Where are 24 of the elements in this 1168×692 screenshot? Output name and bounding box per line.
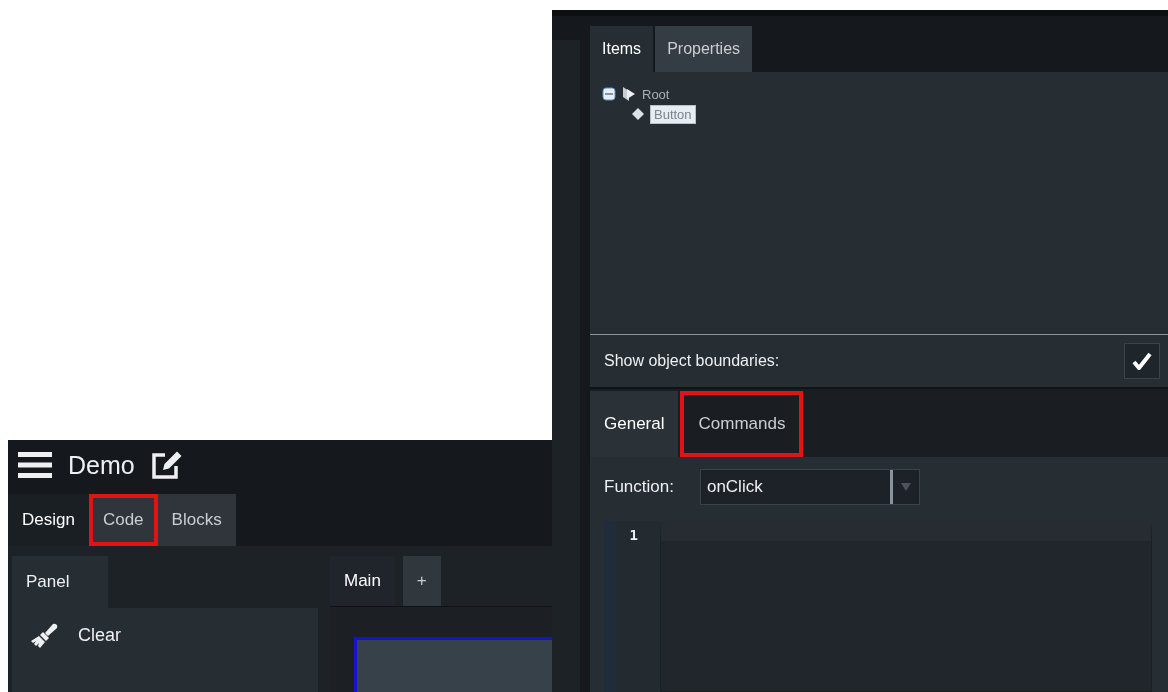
checkbox[interactable]: [1124, 343, 1160, 379]
collapse-icon[interactable]: [602, 87, 616, 101]
tab[interactable]: Design: [8, 494, 89, 546]
tab[interactable]: Code: [88, 494, 158, 546]
tab[interactable]: Commands: [680, 391, 804, 457]
tab[interactable]: Blocks: [157, 494, 236, 546]
tree-item[interactable]: Root: [642, 86, 670, 102]
tab[interactable]: General: [590, 391, 679, 457]
edit-icon[interactable]: [150, 450, 183, 480]
tool-item[interactable]: Clear: [78, 624, 121, 646]
option-label: Show object boundaries:: [604, 352, 780, 370]
tab[interactable]: +: [402, 556, 441, 606]
function-dropdown[interactable]: onClick: [699, 469, 920, 505]
field-label: Function:: [604, 477, 674, 497]
line-number: 1: [628, 527, 638, 543]
diamond-icon: [632, 108, 644, 120]
tab[interactable]: Properties: [655, 26, 753, 72]
app-title: Demo: [68, 450, 135, 480]
menu-icon[interactable]: [18, 452, 52, 478]
pages-icon: [622, 86, 636, 102]
check-icon: [1132, 352, 1152, 370]
tab[interactable]: Panel: [12, 556, 108, 608]
caret-icon: [900, 483, 911, 491]
tab[interactable]: Items: [590, 26, 654, 72]
